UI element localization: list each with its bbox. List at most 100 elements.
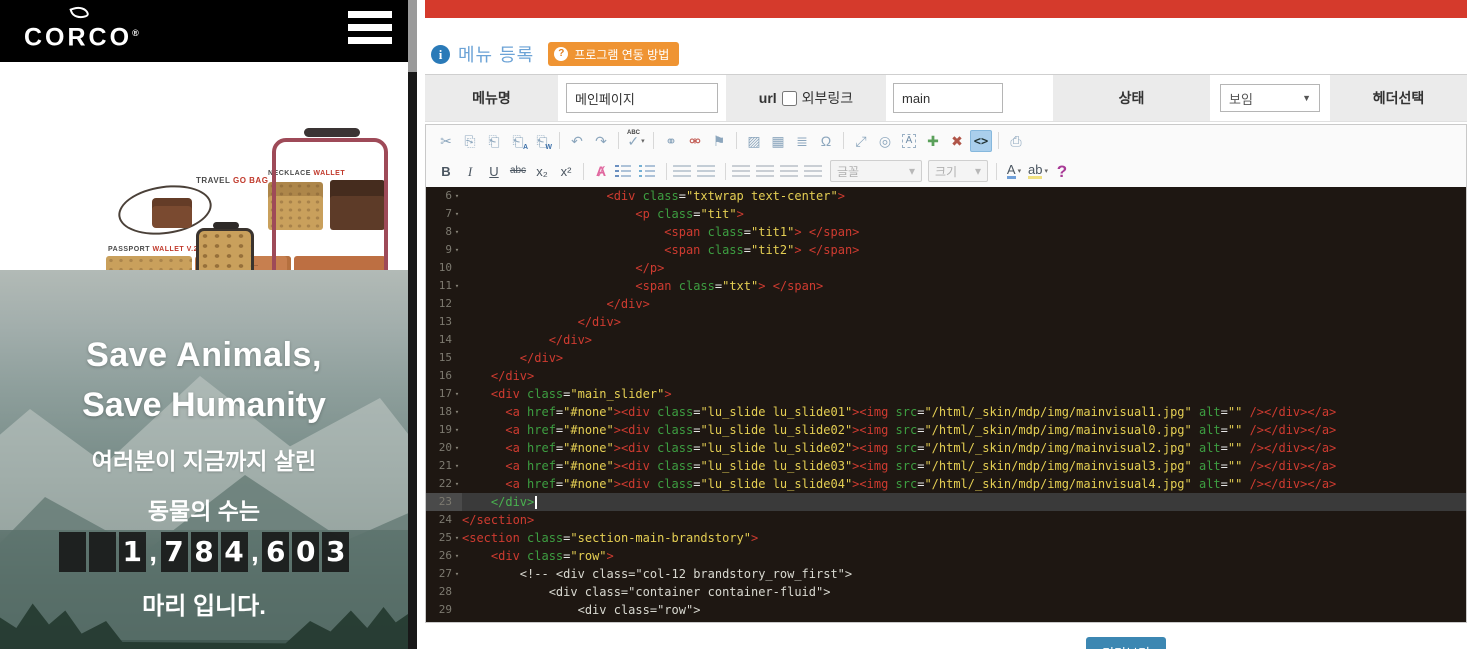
fold-arrow-icon[interactable]: ▾ <box>452 241 462 259</box>
preview-scrollbar[interactable] <box>408 0 417 649</box>
fold-arrow-icon[interactable]: ▾ <box>452 403 462 421</box>
url-input[interactable] <box>893 83 1003 113</box>
fold-arrow-icon[interactable]: ▾ <box>452 529 462 547</box>
paste-icon[interactable]: ⎗ <box>483 130 505 152</box>
fold-arrow-icon[interactable]: ▾ <box>452 385 462 403</box>
fold-arrow-icon[interactable]: ▾ <box>452 187 462 205</box>
undo-icon[interactable]: ↶ <box>566 130 588 152</box>
external-link-checkbox[interactable] <box>782 91 797 106</box>
scrollbar-thumb[interactable] <box>408 0 417 72</box>
source-code-area[interactable]: 6▾<div class="txtwrap text-center">7▾<p … <box>426 187 1466 622</box>
horizontal-rule-icon[interactable]: ≣ <box>791 130 813 152</box>
code-line-10[interactable]: 10</p> <box>426 259 1466 277</box>
font-size-dropdown[interactable]: 크기▾ <box>928 160 988 182</box>
cut-icon[interactable]: ✂ <box>435 130 457 152</box>
counter-digit-box: 1 <box>119 532 146 572</box>
code-line-7[interactable]: 7▾<p class="tit"> <box>426 205 1466 223</box>
paste-text-icon[interactable]: ⎗A <box>507 130 529 152</box>
preview-save-button[interactable]: 미리보기 <box>1086 637 1166 649</box>
strikethrough-icon[interactable]: abc <box>507 160 529 182</box>
code-line-29[interactable]: 29<div class="row"> <box>426 601 1466 619</box>
code-line-12[interactable]: 12</div> <box>426 295 1466 313</box>
spellcheck-icon[interactable]: ABC✓▾ <box>625 130 647 152</box>
help-icon[interactable]: ? <box>1051 160 1073 182</box>
scayt-disable-icon[interactable]: ✖ <box>946 130 968 152</box>
code-line-16[interactable]: 16</div> <box>426 367 1466 385</box>
special-char-icon[interactable]: Ω <box>815 130 837 152</box>
fold-arrow-icon[interactable]: ▾ <box>452 439 462 457</box>
code-line-28[interactable]: 28<div class="container container-fluid"… <box>426 583 1466 601</box>
fold-arrow-icon[interactable]: ▾ <box>452 205 462 223</box>
line-number: 30 <box>439 619 452 622</box>
code-line-27[interactable]: 27▾<!-- <div class="col-12 brandstory_ro… <box>426 565 1466 583</box>
find-icon[interactable]: ◎ <box>874 130 896 152</box>
program-link-help-button[interactable]: ? 프로그램 연동 방법 <box>548 42 679 66</box>
menu-name-input[interactable] <box>566 83 718 113</box>
line-number: 12 <box>439 295 452 313</box>
paste-word-icon[interactable]: ⎗W <box>531 130 553 152</box>
code-line-6[interactable]: 6▾<div class="txtwrap text-center"> <box>426 187 1466 205</box>
fold-arrow-icon[interactable]: ▾ <box>452 475 462 493</box>
line-number: 26 <box>439 547 452 565</box>
code-line-26[interactable]: 26▾<div class="row"> <box>426 547 1466 565</box>
code-line-18[interactable]: 18▾<a href="#none"><div class="lu_slide … <box>426 403 1466 421</box>
bold-icon[interactable]: B <box>435 160 457 182</box>
code-line-21[interactable]: 21▾<a href="#none"><div class="lu_slide … <box>426 457 1466 475</box>
code-line-8[interactable]: 8▾<span class="tit1"> </span> <box>426 223 1466 241</box>
fold-arrow-icon[interactable]: ▾ <box>452 565 462 583</box>
fold-arrow-icon[interactable]: ▾ <box>452 421 462 439</box>
menu-form-row: 메뉴명 url 외부링크 상태 보임 ▼ 헤더선택 <box>425 74 1467 122</box>
code-line-11[interactable]: 11▾<span class="txt"> </span> <box>426 277 1466 295</box>
subscript-icon[interactable]: x₂ <box>531 160 553 182</box>
table-icon[interactable]: ▦ <box>767 130 789 152</box>
line-gutter: 29 <box>426 601 462 619</box>
hamburger-menu-icon[interactable] <box>348 11 392 51</box>
fold-arrow-icon[interactable]: ▾ <box>452 547 462 565</box>
italic-icon[interactable]: I <box>459 160 481 182</box>
fold-arrow-icon[interactable]: ▾ <box>452 457 462 475</box>
font-family-dropdown[interactable]: 글꼴▾ <box>830 160 922 182</box>
fold-arrow-icon[interactable]: ▾ <box>452 223 462 241</box>
indent-icon[interactable] <box>697 164 719 178</box>
counter-digit-box: 7 <box>161 532 188 572</box>
select-all-icon[interactable]: A <box>898 130 920 152</box>
text-color-icon[interactable]: A▾ <box>1003 160 1025 182</box>
align-justify-icon[interactable] <box>804 164 826 178</box>
align-center-icon[interactable] <box>756 164 778 178</box>
source-icon[interactable]: <> <box>970 130 992 152</box>
underline-icon[interactable]: U <box>483 160 505 182</box>
code-line-20[interactable]: 20▾<a href="#none"><div class="lu_slide … <box>426 439 1466 457</box>
ordered-list-icon[interactable] <box>614 164 636 178</box>
outdent-icon[interactable] <box>673 164 695 178</box>
code-line-13[interactable]: 13</div> <box>426 313 1466 331</box>
print-icon[interactable]: ⎙ <box>1005 130 1027 152</box>
code-line-9[interactable]: 9▾<span class="tit2"> </span> <box>426 241 1466 259</box>
corco-logo[interactable]: CORCO® <box>24 6 134 50</box>
code-line-24[interactable]: 24</section> <box>426 511 1466 529</box>
bullet-list-icon[interactable] <box>638 164 660 178</box>
code-line-23[interactable]: 23</div> <box>426 493 1466 511</box>
scayt-enable-icon[interactable]: ✚ <box>922 130 944 152</box>
link-icon[interactable]: ⚭ <box>660 130 682 152</box>
superscript-icon[interactable]: x² <box>555 160 577 182</box>
code-line-25[interactable]: 25▾<section class="section-main-brandsto… <box>426 529 1466 547</box>
fold-arrow-icon[interactable]: ▾ <box>452 277 462 295</box>
remove-format-icon[interactable]: Ⱥ <box>590 160 612 182</box>
code-line-17[interactable]: 17▾<div class="main_slider"> <box>426 385 1466 403</box>
copy-icon[interactable]: ⎘ <box>459 130 481 152</box>
align-left-icon[interactable] <box>732 164 754 178</box>
code-line-22[interactable]: 22▾<a href="#none"><div class="lu_slide … <box>426 475 1466 493</box>
redo-icon[interactable]: ↷ <box>590 130 612 152</box>
code-line-30[interactable]: 30<div class="col-12 col-lg-7 TxtWrap br… <box>426 619 1466 622</box>
code-line-15[interactable]: 15</div> <box>426 349 1466 367</box>
maximize-icon[interactable]: ⤢ <box>850 130 872 152</box>
code-line-14[interactable]: 14</div> <box>426 331 1466 349</box>
site-preview: CORCO® NECKLACE WALLET PASSPORT WALLET V… <box>0 0 408 649</box>
align-right-icon[interactable] <box>780 164 802 178</box>
code-line-19[interactable]: 19▾<a href="#none"><div class="lu_slide … <box>426 421 1466 439</box>
image-icon[interactable]: ▨ <box>743 130 765 152</box>
unlink-icon[interactable]: ⚮ <box>684 130 706 152</box>
status-select[interactable]: 보임 ▼ <box>1220 84 1320 112</box>
highlight-color-icon[interactable]: ab▾ <box>1027 160 1049 182</box>
anchor-flag-icon[interactable]: ⚑ <box>708 130 730 152</box>
